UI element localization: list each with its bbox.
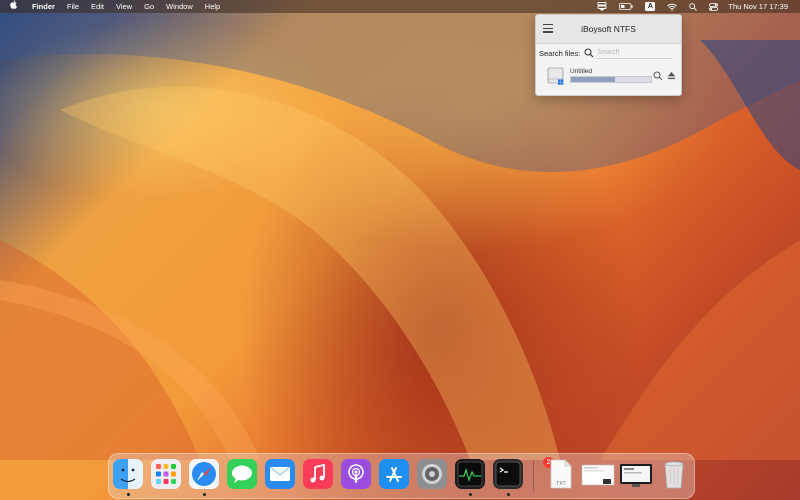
- input-source-letter: A: [645, 2, 656, 11]
- menu-go[interactable]: Go: [138, 0, 160, 13]
- menu-window[interactable]: Window: [160, 0, 199, 13]
- external-drive-icon: [547, 67, 564, 85]
- menu-app-finder[interactable]: Finder: [26, 0, 61, 13]
- input-source-icon[interactable]: A: [639, 2, 661, 11]
- menu-file[interactable]: File: [61, 0, 85, 13]
- menu-edit[interactable]: Edit: [85, 0, 110, 13]
- battery-icon[interactable]: [613, 3, 639, 10]
- popover-title: iBoysoft NTFS: [581, 24, 636, 34]
- dock-safari-icon[interactable]: [189, 459, 219, 489]
- drive-search-icon[interactable]: [653, 71, 663, 81]
- drive-usage-fill: [571, 77, 615, 82]
- dock-activity-monitor-icon[interactable]: [455, 459, 485, 489]
- iboysoft-status-icon[interactable]: [591, 2, 613, 11]
- menu-view[interactable]: View: [110, 0, 138, 13]
- wifi-icon[interactable]: [661, 3, 683, 11]
- eject-icon[interactable]: [667, 71, 676, 80]
- control-center-icon[interactable]: [703, 2, 724, 11]
- dock-trash-icon[interactable]: [659, 459, 689, 489]
- dock-finder-icon[interactable]: [113, 459, 143, 489]
- txt-document-label: TXT: [556, 481, 565, 487]
- search-icon: [584, 48, 594, 58]
- search-label: Search files:: [539, 48, 581, 58]
- dock-screenshot-thumbnail[interactable]: [581, 459, 615, 489]
- dock-divider: [533, 460, 534, 492]
- menu-bar: Finder File Edit View Go Window Help A T…: [0, 0, 800, 13]
- dock-mail-icon[interactable]: [265, 459, 295, 489]
- search-input[interactable]: [597, 47, 673, 59]
- dock-txt-document-icon[interactable]: TXT: [545, 459, 575, 489]
- dock-podcasts-icon[interactable]: [341, 459, 371, 489]
- drive-name: Untitled: [570, 68, 593, 75]
- dock-running-indicator-safari: [203, 493, 206, 496]
- dock-messages-icon[interactable]: [227, 459, 257, 489]
- popover-header: iBoysoft NTFS: [536, 15, 681, 44]
- menubar-clock[interactable]: Thu Nov 17 17:39: [724, 0, 792, 13]
- dock-running-indicator-activity-monitor: [469, 493, 472, 496]
- drive-usage-bar: [570, 76, 652, 83]
- dock: 2 TXT: [108, 453, 695, 499]
- dock-running-indicator-finder: [127, 493, 130, 496]
- dock-system-settings-icon[interactable]: [417, 459, 447, 489]
- menu-help[interactable]: Help: [199, 0, 226, 13]
- dock-music-icon[interactable]: [303, 459, 333, 489]
- iboysoft-ntfs-popover: iBoysoft NTFS Search files: Untitled: [535, 14, 682, 96]
- spotlight-search-icon[interactable]: [683, 2, 703, 11]
- dock-display-thumbnail[interactable]: [619, 459, 653, 489]
- hamburger-menu-icon[interactable]: [543, 24, 553, 34]
- drive-row[interactable]: Untitled: [536, 62, 681, 92]
- search-row: Search files:: [536, 44, 681, 62]
- dock-app-store-icon[interactable]: [379, 459, 409, 489]
- dock-running-indicator-terminal: [507, 493, 510, 496]
- apple-menu-icon[interactable]: [0, 0, 26, 13]
- dock-launchpad-icon[interactable]: [151, 459, 181, 489]
- dock-terminal-icon[interactable]: [493, 459, 523, 489]
